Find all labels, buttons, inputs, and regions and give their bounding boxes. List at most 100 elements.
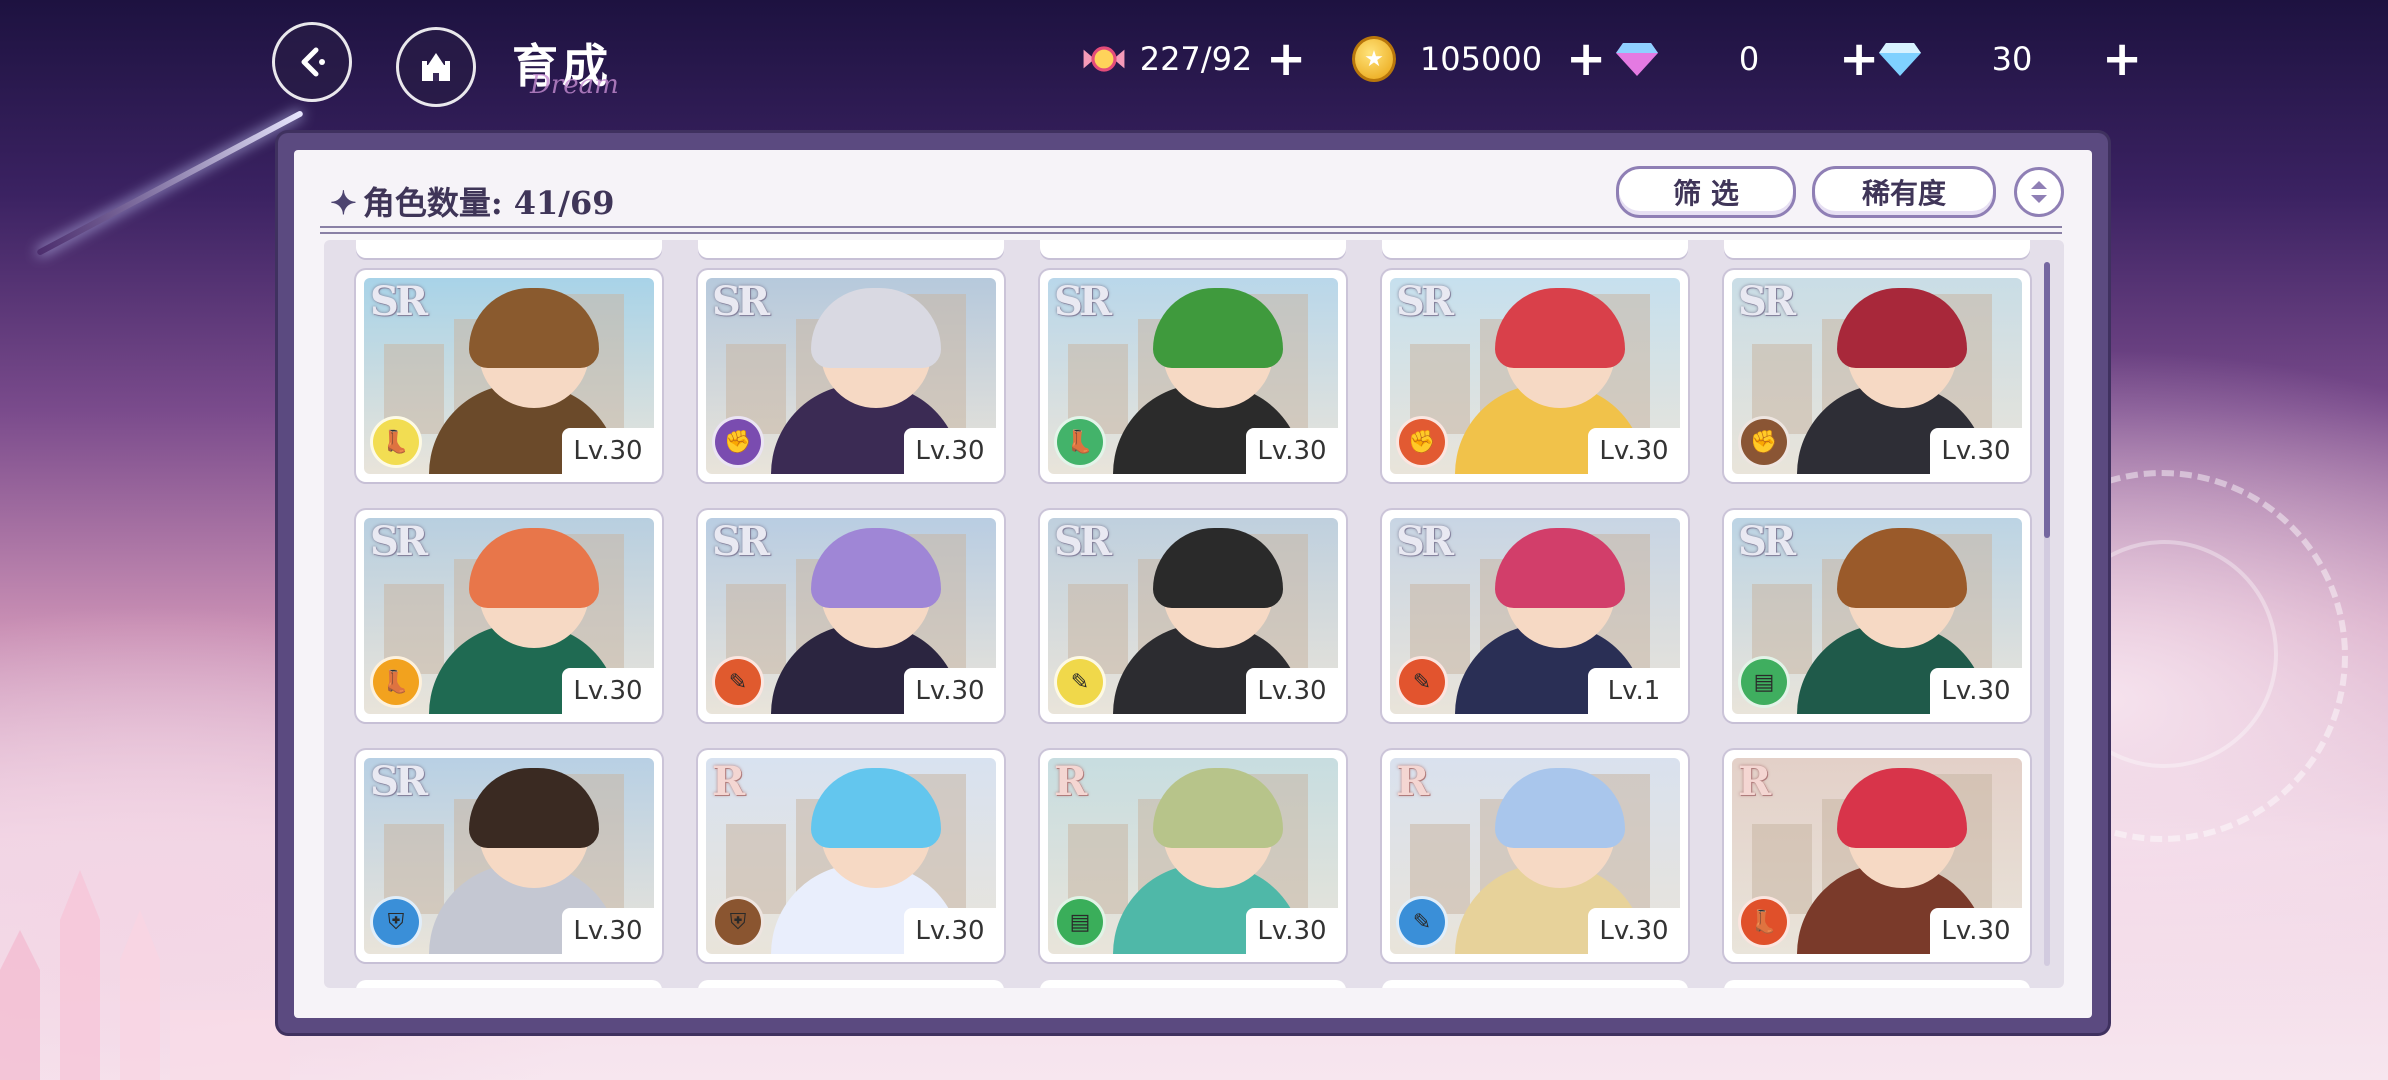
- candy-icon: [1082, 37, 1126, 81]
- rarity-badge: SR: [1738, 278, 1796, 325]
- fist-icon: ✊: [1738, 416, 1790, 468]
- level-label: Lv.30: [1246, 428, 1338, 474]
- character-count-text: 角色数量: 41/69: [362, 184, 615, 222]
- partial-card-top[interactable]: [1724, 240, 2030, 258]
- character-card[interactable]: SR ✎ Lv.1: [1382, 510, 1688, 722]
- character-card[interactable]: R ▤ Lv.30: [1040, 750, 1346, 962]
- add-gem-button[interactable]: +: [1839, 35, 1879, 83]
- level-label: Lv.30: [562, 908, 654, 954]
- wand-icon: ✎: [1054, 656, 1106, 708]
- level-label: Lv.30: [562, 668, 654, 714]
- scrollbar-thumb[interactable]: [2044, 262, 2050, 538]
- boot-icon: 👢: [1738, 896, 1790, 948]
- rarity-badge: SR: [1054, 518, 1112, 565]
- boot-icon: 👢: [1054, 416, 1106, 468]
- wand-icon: ✎: [1396, 656, 1448, 708]
- level-label: Lv.30: [1588, 908, 1680, 954]
- shield-icon: ⛨: [370, 896, 422, 948]
- level-label: Lv.30: [904, 428, 996, 474]
- rarity-badge: R: [1054, 758, 1087, 805]
- rarity-sort-button[interactable]: 稀有度: [1812, 166, 1996, 218]
- resource-diamond: 30 +: [1878, 34, 2142, 84]
- character-card[interactable]: SR ✊ Lv.30: [1382, 270, 1688, 482]
- level-label: Lv.30: [1588, 428, 1680, 474]
- rarity-badge: SR: [1396, 278, 1454, 325]
- rarity-badge: SR: [712, 518, 770, 565]
- card-icon: ▤: [1738, 656, 1790, 708]
- diamond-icon: [1878, 37, 1922, 81]
- character-grid[interactable]: SR 👢 Lv.30 SR ✊ Lv.30 SR 👢 Lv.30 SR ✊ Lv.30 SR ✊ Lv.30…: [324, 240, 2064, 988]
- partial-card-bottom[interactable]: [698, 980, 1004, 988]
- boot-icon: 👢: [370, 416, 422, 468]
- add-diamond-button[interactable]: +: [2102, 35, 2142, 83]
- gem-value: 0: [1738, 40, 1760, 78]
- character-card[interactable]: SR 👢 Lv.30: [1040, 270, 1346, 482]
- level-label: Lv.30: [1930, 428, 2022, 474]
- boot-icon: 👢: [370, 656, 422, 708]
- level-label: Lv.30: [1246, 908, 1338, 954]
- level-label: Lv.1: [1588, 668, 1680, 714]
- coin-icon: ★: [1352, 36, 1396, 82]
- rarity-badge: SR: [1054, 278, 1112, 325]
- character-card[interactable]: SR ✎ Lv.30: [698, 510, 1004, 722]
- rarity-badge: R: [712, 758, 745, 805]
- partial-card-top[interactable]: [698, 240, 1004, 258]
- sort-order-icon[interactable]: [2014, 167, 2064, 217]
- resource-candy: 227/92 +: [1082, 34, 1306, 84]
- character-card[interactable]: SR ▤ Lv.30: [1724, 510, 2030, 722]
- add-gold-button[interactable]: +: [1566, 35, 1606, 83]
- back-arrow-icon[interactable]: [272, 22, 352, 102]
- partial-card-bottom[interactable]: [356, 980, 662, 988]
- character-card[interactable]: R ⛨ Lv.30: [698, 750, 1004, 962]
- rarity-badge: SR: [1396, 518, 1454, 565]
- candy-value: 227/92: [1139, 40, 1253, 78]
- level-label: Lv.30: [1930, 668, 2022, 714]
- character-card[interactable]: SR ⛨ Lv.30: [356, 750, 662, 962]
- rarity-badge: SR: [712, 278, 770, 325]
- rarity-badge: SR: [370, 758, 428, 805]
- rarity-badge: R: [1396, 758, 1429, 805]
- gold-value: 105000: [1419, 40, 1543, 78]
- sparkle-icon: ✦: [330, 184, 357, 222]
- rarity-badge: SR: [370, 518, 428, 565]
- card-icon: ▤: [1054, 896, 1106, 948]
- partial-card-bottom[interactable]: [1382, 980, 1688, 988]
- filter-button[interactable]: 筛 选: [1616, 166, 1796, 218]
- add-candy-button[interactable]: +: [1266, 35, 1306, 83]
- character-count: ✦ 角色数量: 41/69: [330, 178, 615, 224]
- shooting-star-decoration: [36, 109, 304, 257]
- resource-gold: ★ 105000 +: [1352, 34, 1606, 84]
- gem-icon: [1615, 37, 1659, 81]
- diamond-value: 30: [1991, 40, 2033, 78]
- character-card[interactable]: SR 👢 Lv.30: [356, 510, 662, 722]
- castle-icon[interactable]: [396, 27, 476, 107]
- wand-icon: ✎: [712, 656, 764, 708]
- rarity-badge: SR: [370, 278, 428, 325]
- partial-card-bottom[interactable]: [1040, 980, 1346, 988]
- partial-card-top[interactable]: [1382, 240, 1688, 258]
- level-label: Lv.30: [1930, 908, 2022, 954]
- fist-icon: ✊: [1396, 416, 1448, 468]
- level-label: Lv.30: [904, 668, 996, 714]
- partial-card-top[interactable]: [1040, 240, 1346, 258]
- rarity-badge: SR: [1738, 518, 1796, 565]
- top-bar: 育成 Dream 227/92 + ★ 105000 + 0 + 30 +: [0, 0, 2388, 120]
- character-card[interactable]: SR ✊ Lv.30: [1724, 270, 2030, 482]
- level-label: Lv.30: [904, 908, 996, 954]
- level-label: Lv.30: [562, 428, 654, 474]
- character-card[interactable]: SR 👢 Lv.30: [356, 270, 662, 482]
- character-card[interactable]: SR ✎ Lv.30: [1040, 510, 1346, 722]
- rarity-badge: R: [1738, 758, 1771, 805]
- title-decoration: Dream: [530, 70, 619, 100]
- level-label: Lv.30: [1246, 668, 1338, 714]
- character-card[interactable]: SR ✊ Lv.30: [698, 270, 1004, 482]
- fist-icon: ✊: [712, 416, 764, 468]
- partial-card-bottom[interactable]: [1724, 980, 2030, 988]
- character-card[interactable]: R 👢 Lv.30: [1724, 750, 2030, 962]
- character-card[interactable]: R ✎ Lv.30: [1382, 750, 1688, 962]
- header-divider: [320, 226, 2062, 234]
- wand-icon: ✎: [1396, 896, 1448, 948]
- partial-card-top[interactable]: [356, 240, 662, 258]
- shield-icon: ⛨: [712, 896, 764, 948]
- resource-gem: 0 +: [1615, 34, 1879, 84]
